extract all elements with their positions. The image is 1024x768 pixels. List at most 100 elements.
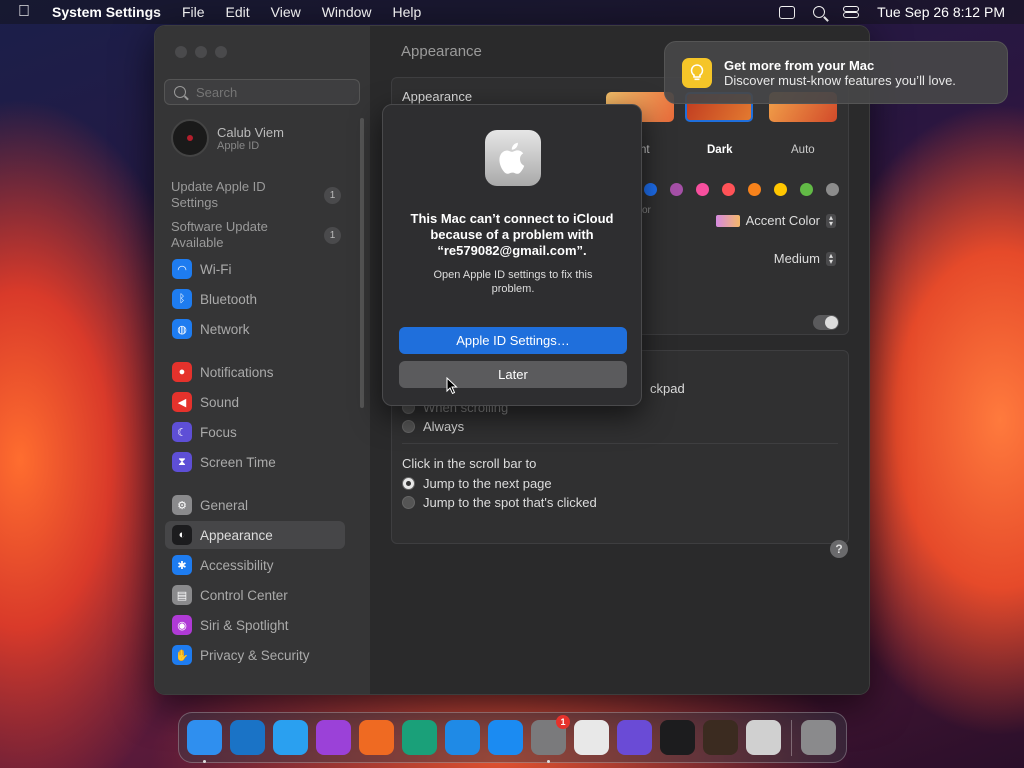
- update-apple-id-notice[interactable]: Update Apple ID Settings 1: [171, 179, 341, 211]
- spotlight-icon[interactable]: [813, 6, 826, 18]
- sidebar-item-label: Siri & Spotlight: [200, 617, 289, 633]
- chevron-updown-icon: ▴ ▾: [826, 213, 836, 228]
- sourcetree-icon[interactable]: [402, 720, 437, 755]
- minimize-button[interactable]: [195, 46, 207, 58]
- mouse-pointer-icon: [446, 377, 458, 395]
- notification-body: Discover must-know features you’ll love.: [724, 72, 956, 88]
- sidebar-item-label: Focus: [200, 424, 237, 440]
- sidebar-item-control-center[interactable]: ▤ Control Center: [165, 581, 345, 609]
- accent-color-swatch[interactable]: [670, 183, 683, 196]
- radio-circle: [402, 420, 415, 433]
- podcasts-icon[interactable]: [316, 720, 351, 755]
- radio-circle: [402, 496, 415, 509]
- highlight-color-select[interactable]: Accent Color ▴ ▾: [715, 213, 836, 228]
- vscode-icon[interactable]: [230, 720, 265, 755]
- keynote-icon[interactable]: [445, 720, 480, 755]
- screen-mirroring-icon[interactable]: [779, 5, 796, 19]
- software-update-notice[interactable]: Software Update Available 1: [171, 219, 341, 251]
- menu-window[interactable]: Window: [322, 4, 372, 20]
- sidebar-item-bluetooth[interactable]: ᛒ Bluetooth: [165, 285, 345, 313]
- instruments-icon[interactable]: [703, 720, 738, 755]
- zoom-button[interactable]: [215, 46, 227, 58]
- search-input[interactable]: [194, 83, 348, 101]
- menubar-clock[interactable]: Tue Sep 26 8:12 PM: [877, 4, 1005, 20]
- dock: 1: [178, 712, 847, 763]
- sidebar-item-label: Privacy & Security: [200, 647, 310, 663]
- sidebar-item-wi-fi[interactable]: ◠ Wi-Fi: [165, 255, 345, 283]
- terminal-icon[interactable]: [660, 720, 695, 755]
- radio-label: Jump to the next page: [423, 476, 552, 491]
- sidebar-scrollbar[interactable]: [360, 118, 364, 408]
- avatar: [171, 119, 209, 157]
- sidebar-item-label: Accessibility: [200, 557, 274, 573]
- sidebar-item-screen-time[interactable]: ⧗ Screen Time: [165, 448, 345, 476]
- control-center-icon[interactable]: [843, 6, 860, 18]
- appearance-icon: ◐: [172, 525, 192, 545]
- sidebar-item-privacy-security[interactable]: ✋ Privacy & Security: [165, 641, 345, 669]
- sidebar-item-siri-spotlight[interactable]: ◉ Siri & Spotlight: [165, 611, 345, 639]
- sidebar-item-sound[interactable]: ◀ Sound: [165, 388, 345, 416]
- sidebar-item-label: Notifications: [200, 364, 274, 380]
- menu-view[interactable]: View: [271, 4, 301, 20]
- help-button[interactable]: ?: [830, 540, 848, 558]
- menu-edit[interactable]: Edit: [226, 4, 250, 20]
- accent-color-swatch[interactable]: [644, 183, 657, 196]
- icloud-alert-dialog: This Mac can’t connect to iCloud because…: [382, 104, 642, 406]
- notice-label: Software Update Available: [171, 219, 268, 250]
- sidebar-item-appearance[interactable]: ◐ Appearance: [165, 521, 345, 549]
- globe-icon: ◍: [172, 319, 192, 339]
- firefox-icon[interactable]: [359, 720, 394, 755]
- close-button[interactable]: [175, 46, 187, 58]
- sidebar-item-notifications[interactable]: ● Notifications: [165, 358, 345, 386]
- accent-color-swatch[interactable]: [748, 183, 761, 196]
- textedit-icon[interactable]: [574, 720, 609, 755]
- app-menu[interactable]: System Settings: [52, 4, 161, 20]
- page-title: Appearance: [401, 43, 482, 60]
- account-subtitle: Apple ID: [217, 139, 260, 152]
- sidebar-item-general[interactable]: ⚙ General: [165, 491, 345, 519]
- launchpad-icon[interactable]: [746, 720, 781, 755]
- highlight-color-value: Accent Color: [745, 213, 820, 228]
- accent-color-swatch[interactable]: [722, 183, 735, 196]
- accent-color-swatch[interactable]: [826, 183, 839, 196]
- radio-jump-next-page[interactable]: Jump to the next page: [402, 476, 552, 491]
- moon-icon: ☾: [172, 422, 192, 442]
- scroll-label-fragment: ckpad: [650, 381, 685, 396]
- tips-notification[interactable]: Get more from your Mac Discover must-kno…: [664, 41, 1008, 104]
- hand-icon: ✋: [172, 645, 192, 665]
- radio-always[interactable]: Always: [402, 419, 464, 434]
- menu-file[interactable]: File: [182, 4, 205, 20]
- accent-color-swatch[interactable]: [774, 183, 787, 196]
- apple-id-account[interactable]: Calub Viem Apple ID: [171, 119, 284, 157]
- sidebar-item-network[interactable]: ◍ Network: [165, 315, 345, 343]
- appstore-icon[interactable]: [488, 720, 523, 755]
- sidebar-icon-size-select[interactable]: Medium ▴ ▾: [774, 251, 836, 266]
- chevron-updown-icon: ▴ ▾: [826, 251, 836, 266]
- apple-id-settings-button[interactable]: Apple ID Settings…: [399, 327, 627, 354]
- accent-color-swatch[interactable]: [800, 183, 813, 196]
- gear-icon: ⚙: [172, 495, 192, 515]
- wallpaper-tinting-toggle[interactable]: [813, 315, 839, 330]
- accessibility-icon: ✱: [172, 555, 192, 575]
- search-field[interactable]: [164, 79, 360, 105]
- simulator-icon[interactable]: [617, 720, 652, 755]
- safari-icon[interactable]: [273, 720, 308, 755]
- wifi-icon: ◠: [172, 259, 192, 279]
- sidebar-item-focus[interactable]: ☾ Focus: [165, 418, 345, 446]
- speaker-icon: ◀: [172, 392, 192, 412]
- sidebar-item-accessibility[interactable]: ✱ Accessibility: [165, 551, 345, 579]
- accent-color-swatch[interactable]: [696, 183, 709, 196]
- finder-icon[interactable]: [187, 720, 222, 763]
- radio-jump-spot[interactable]: Jump to the spot that's clicked: [402, 495, 597, 510]
- system-settings-icon[interactable]: 1: [531, 715, 570, 763]
- running-indicator: [203, 760, 206, 763]
- menu-help[interactable]: Help: [393, 4, 422, 20]
- search-icon: [174, 86, 186, 98]
- lightbulb-icon: [682, 57, 712, 88]
- trash-icon[interactable]: [801, 720, 836, 755]
- later-button[interactable]: Later: [399, 361, 627, 388]
- apple-menu-icon[interactable]: : [18, 3, 34, 21]
- accent-label-fragment: or: [642, 205, 651, 216]
- alert-title: This Mac can’t connect to iCloud because…: [410, 211, 614, 258]
- alert-message: Open Apple ID settings to fix this probl…: [433, 269, 593, 295]
